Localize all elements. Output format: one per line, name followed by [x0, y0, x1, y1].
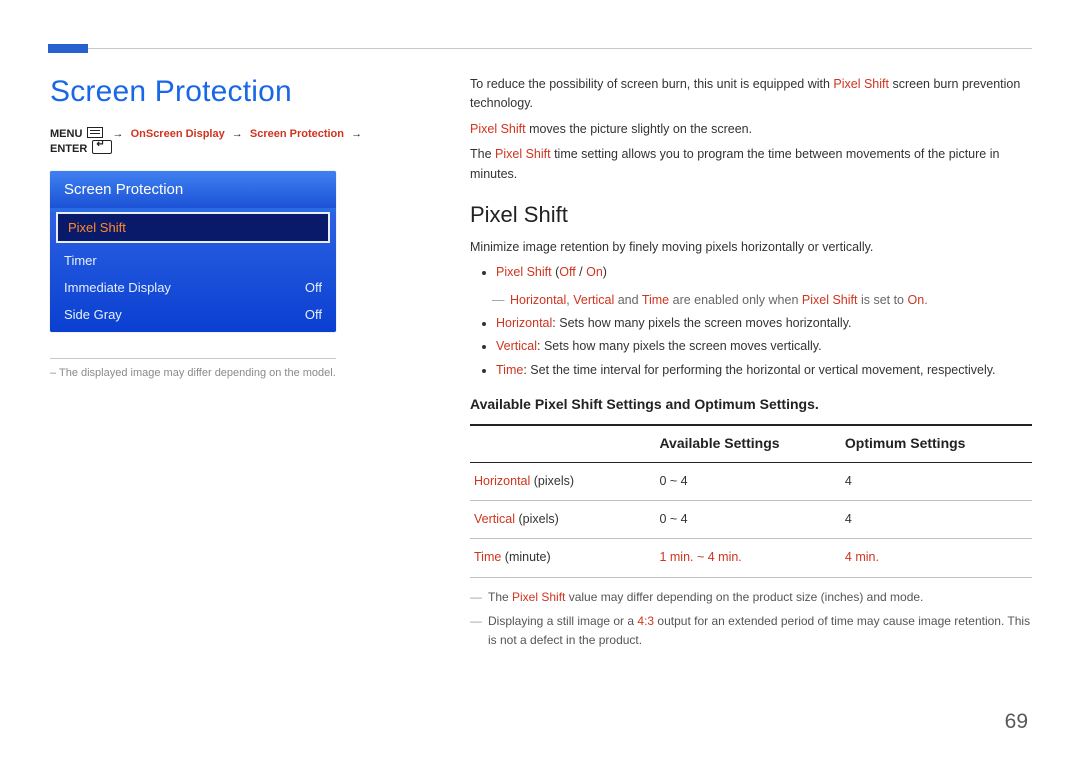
accent-tick	[48, 44, 88, 53]
text: Pixel Shift	[512, 590, 565, 604]
text: 4:3	[637, 614, 654, 628]
text: : Sets how many pixels the screen moves …	[537, 339, 822, 353]
text: Pixel Shift	[470, 122, 526, 136]
text: moves the picture slightly on the screen…	[526, 122, 753, 136]
text: is set to	[857, 293, 907, 307]
table-cell: Horizontal (pixels)	[470, 462, 655, 500]
text: value may differ depending on the produc…	[565, 590, 923, 604]
text: .	[924, 293, 927, 307]
breadcrumb: MENU → OnScreen Display → Screen Protect…	[50, 127, 390, 155]
breadcrumb-path-1: OnScreen Display	[131, 128, 225, 140]
section-heading: Pixel Shift	[470, 198, 1032, 232]
list-item: Time: Set the time interval for performi…	[496, 361, 1032, 380]
text: /	[576, 265, 586, 279]
table-cell: 0 ~ 4	[655, 462, 840, 500]
text: )	[603, 265, 607, 279]
osd-row-label: Pixel Shift	[68, 220, 126, 235]
text: Vertical	[573, 293, 614, 307]
sub-bullet-list: Horizontal: Sets how many pixels the scr…	[470, 314, 1032, 380]
intro-line-2: Pixel Shift moves the picture slightly o…	[470, 120, 1032, 139]
text: Pixel Shift	[802, 293, 858, 307]
top-rule	[50, 48, 1032, 49]
osd-row-pixel-shift[interactable]: Pixel Shift	[56, 212, 330, 243]
table-cell: 1 min. ~ 4 min.	[655, 539, 840, 577]
table-cell: 0 ~ 4	[655, 500, 840, 538]
text: : Set the time interval for performing t…	[523, 363, 995, 377]
osd-panel: Screen Protection Pixel Shift Timer Imme…	[50, 171, 336, 332]
table-cell: Time (minute)	[470, 539, 655, 577]
list-item: Pixel Shift (Off / On)	[496, 263, 1032, 282]
list-item: Horizontal: Sets how many pixels the scr…	[496, 314, 1032, 333]
breadcrumb-menu-label: MENU	[50, 128, 82, 140]
text: Pixel Shift	[495, 147, 551, 161]
intro-line-3: The Pixel Shift time setting allows you …	[470, 145, 1032, 184]
page-number: 69	[1005, 710, 1028, 734]
arrow-icon: →	[113, 128, 124, 140]
text: and	[614, 293, 642, 307]
foot-notes: The Pixel Shift value may differ dependi…	[470, 588, 1032, 650]
sub-note: Horizontal, Vertical and Time are enable…	[498, 291, 1032, 310]
foot-note-item: The Pixel Shift value may differ dependi…	[470, 588, 1032, 607]
text: Pixel Shift	[833, 77, 889, 91]
enter-icon	[92, 140, 112, 154]
text: Time	[642, 293, 669, 307]
text: Displaying a still image or a	[488, 614, 637, 628]
table-title: Available Pixel Shift Settings and Optim…	[470, 394, 1032, 416]
intro-line-1: To reduce the possibility of screen burn…	[470, 75, 1032, 114]
text: Horizontal	[510, 293, 566, 307]
osd-body: Pixel Shift Timer Immediate Display Off …	[50, 212, 336, 332]
table-row: Horizontal (pixels)0 ~ 44	[470, 462, 1032, 500]
table-header	[470, 425, 655, 462]
text: Time	[496, 363, 523, 377]
separator	[50, 358, 336, 359]
table-cell: 4	[841, 500, 1032, 538]
bullet-list: Pixel Shift (Off / On)	[470, 263, 1032, 282]
osd-row-timer[interactable]: Timer	[50, 247, 336, 274]
osd-header: Screen Protection	[50, 171, 336, 208]
foot-note-item: Displaying a still image or a 4:3 output…	[470, 612, 1032, 649]
table-row: Time (minute)1 min. ~ 4 min.4 min.	[470, 539, 1032, 577]
table-cell: 4 min.	[841, 539, 1032, 577]
table-cell: 4	[841, 462, 1032, 500]
page-title: Screen Protection	[50, 75, 390, 109]
menu-icon	[87, 127, 103, 138]
text: On	[586, 265, 603, 279]
table-cell: Vertical (pixels)	[470, 500, 655, 538]
text: : Sets how many pixels the screen moves …	[552, 316, 851, 330]
osd-row-label: Timer	[64, 253, 97, 268]
text: are enabled only when	[669, 293, 802, 307]
text: To reduce the possibility of screen burn…	[470, 77, 833, 91]
osd-row-value: Off	[305, 307, 322, 322]
arrow-icon: →	[232, 128, 243, 140]
osd-row-label: Immediate Display	[64, 280, 171, 295]
caption-note-prefix: –	[50, 367, 59, 379]
caption-note-text: The displayed image may differ depending…	[59, 367, 336, 379]
text: Off	[559, 265, 575, 279]
breadcrumb-path-2: Screen Protection	[250, 128, 344, 140]
text: The	[470, 147, 495, 161]
osd-row-value: Off	[305, 280, 322, 295]
table-row: Vertical (pixels)0 ~ 44	[470, 500, 1032, 538]
osd-row-side-gray[interactable]: Side Gray Off	[50, 301, 336, 328]
osd-row-immediate-display[interactable]: Immediate Display Off	[50, 274, 336, 301]
settings-table: Available Settings Optimum Settings Hori…	[470, 424, 1032, 578]
text: Horizontal	[496, 316, 552, 330]
table-header: Optimum Settings	[841, 425, 1032, 462]
text: Vertical	[496, 339, 537, 353]
osd-row-label: Side Gray	[64, 307, 122, 322]
table-header: Available Settings	[655, 425, 840, 462]
text: The	[488, 590, 512, 604]
section-lead: Minimize image retention by finely movin…	[470, 238, 1032, 257]
text: On	[908, 293, 925, 307]
caption-note: – The displayed image may differ dependi…	[50, 367, 360, 379]
text: Pixel Shift	[496, 265, 552, 279]
list-item: Vertical: Sets how many pixels the scree…	[496, 337, 1032, 356]
breadcrumb-enter-label: ENTER	[50, 143, 87, 155]
arrow-icon: →	[351, 128, 362, 140]
